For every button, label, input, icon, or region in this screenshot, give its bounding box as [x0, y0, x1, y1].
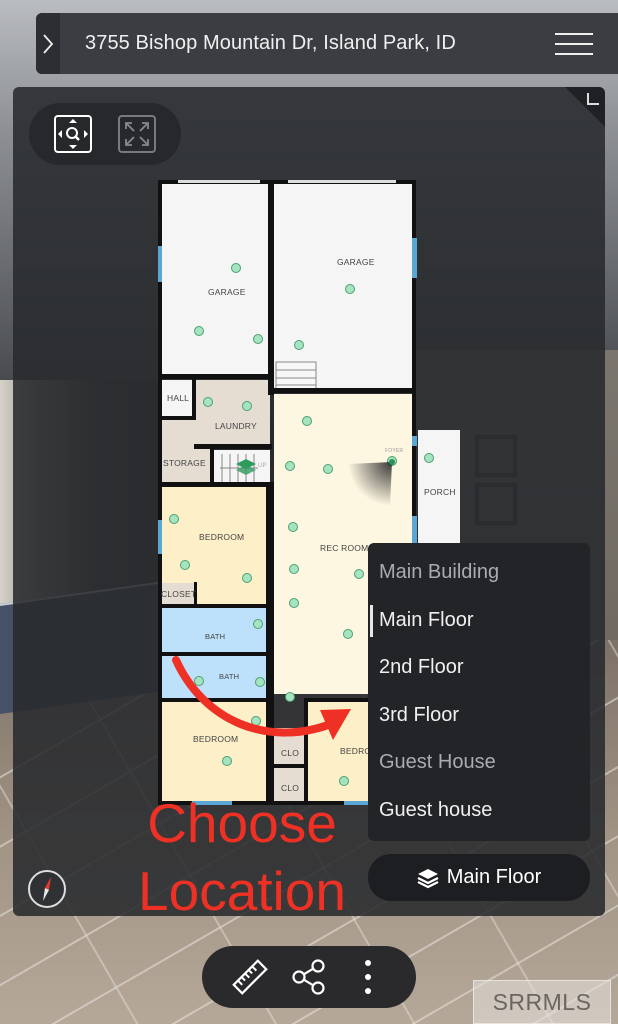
room-label: BATH — [219, 672, 240, 681]
share-button[interactable] — [287, 955, 331, 999]
hotspot — [180, 560, 190, 570]
room-bath-1 — [160, 608, 268, 652]
current-position-marker — [389, 459, 395, 465]
room-bedroom-2 — [160, 702, 268, 802]
room-label: GARAGE — [208, 287, 246, 297]
hotspot — [231, 263, 241, 273]
room-storage — [160, 420, 212, 482]
more-options-button[interactable] — [346, 955, 390, 999]
address-header: 3755 Bishop Mountain Dr, Island Park, ID — [36, 13, 618, 74]
floor-selector-label: Main Floor — [446, 866, 542, 888]
floor-selector-menu: Main Building Main Floor 2nd Floor 3rd F… — [368, 543, 590, 841]
hotspot — [285, 461, 295, 471]
room-label: PORCH — [424, 487, 456, 497]
compass-button[interactable] — [28, 870, 66, 908]
menu-item-main-floor[interactable]: Main Floor — [368, 604, 590, 653]
hotspot — [285, 692, 295, 702]
more-vertical-icon — [365, 960, 372, 994]
menu-item-3rd-floor[interactable]: 3rd Floor — [368, 700, 590, 748]
room-label: GARAGE — [337, 257, 375, 267]
hotspot — [354, 569, 364, 579]
mls-watermark: SRRMLS — [473, 980, 611, 1024]
room-label: BEDROOM — [193, 734, 239, 744]
hotspot — [289, 598, 299, 608]
hotspot — [242, 573, 252, 583]
hotspot — [323, 464, 333, 474]
hotspot — [194, 326, 204, 336]
room-label: CLOSET — [161, 589, 197, 599]
room-garage-right — [274, 182, 414, 390]
hotspot — [339, 776, 349, 786]
room-label: REC ROOM — [320, 543, 369, 553]
hotspot — [253, 334, 263, 344]
hotspot — [222, 756, 232, 766]
room-label: STORAGE — [163, 458, 206, 468]
menu-group-main-building: Main Building — [379, 561, 500, 583]
hotspot — [255, 677, 265, 687]
hotspot — [288, 522, 298, 532]
view-mode-toggle — [29, 103, 181, 165]
menu-item-guest-house[interactable]: Guest house — [368, 795, 590, 843]
hotspot — [203, 397, 213, 407]
floor-selector-button[interactable]: Main Floor — [368, 854, 590, 901]
hotspot — [289, 564, 299, 574]
hotspot — [343, 629, 353, 639]
chevron-right-icon — [43, 33, 54, 54]
room-label: BEDROOM — [199, 532, 245, 542]
menu-group-guest-house: Guest House — [379, 751, 496, 773]
stairs-label: UP — [258, 463, 267, 469]
annotation-choose: Choose — [147, 792, 337, 854]
property-address: 3755 Bishop Mountain Dr, Island Park, ID — [85, 32, 456, 54]
layers-icon — [417, 868, 439, 888]
hotspot — [345, 284, 355, 294]
navigate-mode-button[interactable] — [54, 115, 92, 153]
room-label: HALL — [167, 393, 190, 403]
share-icon — [292, 959, 325, 995]
hotspot — [294, 340, 304, 350]
hotspot — [169, 514, 179, 524]
sidebar-toggle-button[interactable] — [36, 13, 60, 74]
hotspot — [424, 453, 434, 463]
menu-item-2nd-floor[interactable]: 2nd Floor — [368, 652, 590, 700]
annotation-location: Location — [138, 860, 346, 922]
hotspot — [194, 676, 204, 686]
measure-button[interactable] — [228, 955, 272, 999]
hotspot — [253, 619, 263, 629]
compass-icon — [43, 877, 51, 901]
bottom-toolbar — [202, 946, 416, 1008]
collapse-panel-button[interactable] — [565, 87, 605, 127]
collapse-corner-icon — [587, 93, 599, 105]
fullscreen-icon — [125, 122, 149, 146]
hotspot — [302, 416, 312, 426]
room-label: CLO — [281, 748, 300, 758]
room-label: FOYER — [385, 448, 404, 454]
room-label: LAUNDRY — [215, 421, 257, 431]
room-label: BATH — [205, 632, 226, 641]
hotspot — [242, 401, 252, 411]
fullscreen-button[interactable] — [118, 115, 156, 153]
ruler-icon — [231, 959, 268, 995]
room-garage-left — [160, 182, 270, 376]
navigate-zoom-icon — [58, 119, 88, 149]
hamburger-menu-icon[interactable] — [555, 31, 595, 57]
